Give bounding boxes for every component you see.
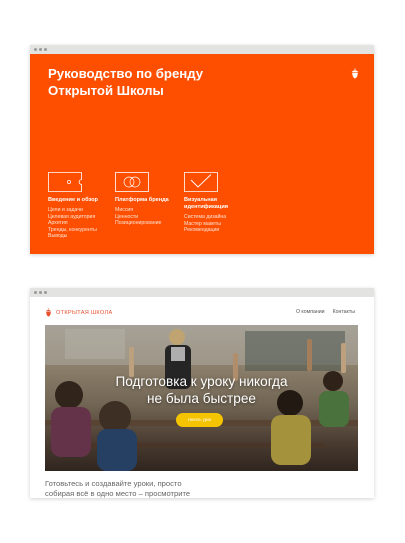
section-title: Визуальная идентификация [184, 197, 250, 211]
section-item: Мастер макеты [184, 220, 221, 227]
section-title-line: идентификация [184, 204, 229, 210]
section-item: Ценности [115, 213, 139, 220]
section-items: Миссия Ценности Позиционирование [115, 207, 181, 227]
section-visual-identity[interactable]: Визуальная идентификация Система дизайна… [184, 172, 250, 234]
slide-title-line: Руководство по бренду [48, 66, 204, 81]
acorn-icon [351, 68, 359, 79]
section-item: Цели и задачи [48, 207, 83, 213]
window-dot [34, 48, 37, 51]
intro-line: собирая всё в одно место – просмотрите [45, 489, 191, 498]
slide-title-line: Открытой Школы [48, 83, 164, 98]
section-item: Тренды, конкуренты [48, 226, 97, 233]
window-chrome [30, 288, 374, 297]
website-window: ОТКРЫТАЯ ШКОЛА О компании Контакты Подго… [30, 288, 374, 498]
start-lesson-button[interactable]: Начать урок [176, 413, 223, 427]
section-item: Выводы [48, 233, 68, 240]
hero-banner: Подготовка к уроку никогда не была быстр… [45, 325, 358, 471]
nav-link-about[interactable]: О компании [296, 309, 325, 315]
hero-title-line: Подготовка к уроку никогда [115, 374, 288, 389]
nav-link-contacts[interactable]: Контакты [333, 309, 355, 315]
section-title-line: Визуальная [184, 197, 218, 203]
intro-line: Готовьтесь и создавайте уроки, просто [45, 479, 182, 488]
section-item: Позиционирование [115, 220, 162, 227]
rings-icon [115, 172, 149, 192]
window-dot [44, 48, 47, 51]
section-item: Рекомендации [184, 227, 220, 234]
section-title: Введение и обзор [48, 197, 98, 203]
window-dot [34, 291, 37, 294]
ticket-icon [48, 172, 82, 192]
brand-guide-slide: Руководство по бренду Открытой Школы Вве… [30, 54, 374, 254]
section-item: Миссия [115, 207, 134, 213]
nav-menu: О компании Контакты [296, 309, 355, 315]
section-items: Цели и задачи Целевая аудитория Архетип … [48, 207, 114, 240]
section-brand-platform[interactable]: Платформа бренда Миссия Ценности Позицио… [115, 172, 181, 227]
site-logo[interactable]: ОТКРЫТАЯ ШКОЛА [45, 308, 112, 317]
logo-text: ОТКРЫТАЯ ШКОЛА [56, 309, 113, 316]
window-chrome [30, 45, 374, 54]
section-introduction[interactable]: Введение и обзор Цели и задачи Целевая а… [48, 172, 114, 240]
window-dot [39, 291, 42, 294]
section-item: Архетип [48, 220, 68, 227]
section-items: Система дизайна Мастер макеты Рекомендац… [184, 214, 250, 234]
hero-title-line: не была быстрее [147, 391, 256, 406]
window-dot [44, 291, 47, 294]
slide-title: Руководство по бренду Открытой Школы [48, 65, 203, 99]
brand-guide-window: Руководство по бренду Открытой Школы Вве… [30, 45, 374, 254]
acorn-icon [45, 308, 52, 317]
section-item: Система дизайна [184, 214, 227, 220]
section-item: Целевая аудитория [48, 213, 96, 220]
window-dot [39, 48, 42, 51]
site-header: ОТКРЫТАЯ ШКОЛА О компании Контакты [30, 297, 374, 325]
intro-text: Готовьтесь и создавайте уроки, просто со… [45, 479, 245, 498]
checkmark-icon [184, 172, 218, 192]
hero-title: Подготовка к уроку никогда не была быстр… [45, 373, 358, 407]
section-title: Платформа бренда [115, 197, 169, 203]
